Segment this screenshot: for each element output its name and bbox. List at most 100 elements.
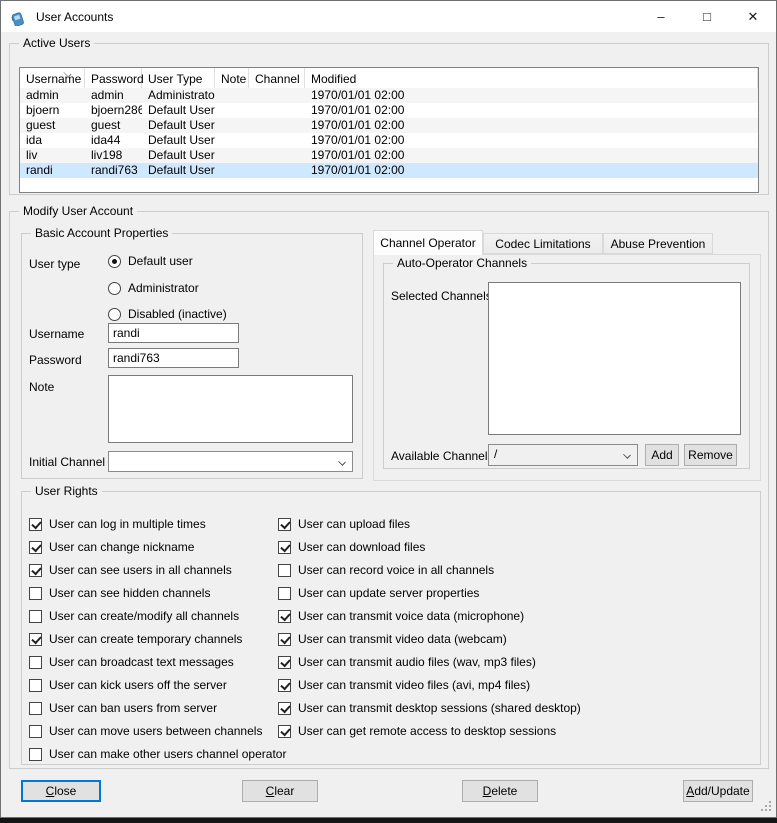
radio-label: Disabled (inactive): [128, 307, 227, 321]
tab-abuse-prevention[interactable]: Abuse Prevention: [603, 233, 713, 254]
checkbox-icon[interactable]: [278, 564, 291, 577]
table-row[interactable]: admin admin Administrator 1970/01/01 02:…: [20, 88, 758, 103]
check-download-files[interactable]: User can download files: [278, 539, 425, 555]
selected-channels-listbox[interactable]: [488, 282, 741, 435]
check-make-operator[interactable]: User can make other users channel operat…: [29, 746, 286, 762]
checkbox-icon[interactable]: [29, 748, 42, 761]
checkbox-icon[interactable]: [278, 702, 291, 715]
cell-note: [215, 88, 249, 103]
clear-button[interactable]: Clear: [242, 780, 318, 802]
cell-usertype: Default User: [142, 118, 215, 133]
add-update-button[interactable]: Add/Update: [683, 780, 753, 802]
close-button[interactable]: Close: [21, 780, 101, 802]
checkbox-icon[interactable]: [278, 518, 291, 531]
add-button[interactable]: Add: [645, 444, 679, 466]
tab-channel-operator[interactable]: Channel Operator: [373, 230, 483, 255]
check-transmit-video-files[interactable]: User can transmit video files (avi, mp4 …: [278, 677, 530, 693]
check-create-modify-channels[interactable]: User can create/modify all channels: [29, 608, 239, 624]
chevron-down-icon: [623, 451, 631, 459]
check-broadcast[interactable]: User can broadcast text messages: [29, 654, 234, 670]
radio-icon[interactable]: [108, 255, 121, 268]
minimize-button[interactable]: –: [638, 1, 684, 32]
column-header-modified[interactable]: Modified: [305, 68, 758, 88]
cell-username: bjoern: [20, 103, 85, 118]
combobox-value: /: [494, 447, 497, 461]
check-update-server[interactable]: User can update server properties: [278, 585, 479, 601]
cell-channel: [249, 163, 305, 178]
tab-label: Codec Limitations: [495, 237, 590, 251]
check-see-hidden[interactable]: User can see hidden channels: [29, 585, 210, 601]
checkbox-icon[interactable]: [29, 564, 42, 577]
checkbox-icon[interactable]: [278, 633, 291, 646]
table-row[interactable]: guest guest Default User 1970/01/01 02:0…: [20, 118, 758, 133]
cell-password: guest: [85, 118, 142, 133]
check-see-users[interactable]: User can see users in all channels: [29, 562, 232, 578]
column-header-note[interactable]: Note: [215, 68, 249, 88]
radio-administrator[interactable]: Administrator: [108, 281, 199, 295]
radio-default-user[interactable]: Default user: [108, 254, 193, 268]
checkbox-icon[interactable]: [29, 610, 42, 623]
checkbox-icon[interactable]: [29, 541, 42, 554]
checkbox-icon[interactable]: [29, 702, 42, 715]
cell-username: randi: [20, 163, 85, 178]
delete-button-label: Delete: [483, 784, 518, 798]
resize-grip[interactable]: [759, 801, 771, 813]
column-header-password[interactable]: Password: [85, 68, 142, 88]
tab-codec-limitations[interactable]: Codec Limitations: [483, 233, 603, 254]
check-upload-files[interactable]: User can upload files: [278, 516, 410, 532]
chevron-down-icon: [338, 458, 346, 466]
check-remote-access[interactable]: User can get remote access to desktop se…: [278, 723, 556, 739]
delete-button[interactable]: Delete: [462, 780, 538, 802]
table-row[interactable]: liv liv198 Default User 1970/01/01 02:00: [20, 148, 758, 163]
checkbox-icon[interactable]: [278, 725, 291, 738]
check-transmit-audio-files[interactable]: User can transmit audio files (wav, mp3 …: [278, 654, 536, 670]
password-input[interactable]: randi763: [108, 348, 239, 368]
username-input[interactable]: randi: [108, 323, 239, 343]
cell-modified: 1970/01/01 02:00: [305, 88, 758, 103]
initial-channel-combobox[interactable]: [108, 451, 353, 472]
check-kick-users[interactable]: User can kick users off the server: [29, 677, 227, 693]
note-input[interactable]: [108, 375, 353, 443]
check-login-multiple[interactable]: User can log in multiple times: [29, 516, 206, 532]
check-transmit-video-data[interactable]: User can transmit video data (webcam): [278, 631, 507, 647]
check-transmit-desktop[interactable]: User can transmit desktop sessions (shar…: [278, 700, 581, 716]
checkbox-label: User can get remote access to desktop se…: [298, 724, 556, 738]
table-row[interactable]: ida ida44 Default User 1970/01/01 02:00: [20, 133, 758, 148]
check-change-nickname[interactable]: User can change nickname: [29, 539, 194, 555]
checkbox-icon[interactable]: [278, 679, 291, 692]
check-move-users[interactable]: User can move users between channels: [29, 723, 262, 739]
checkbox-icon[interactable]: [29, 725, 42, 738]
check-transmit-voice[interactable]: User can transmit voice data (microphone…: [278, 608, 524, 624]
column-header-usertype[interactable]: User Type: [142, 68, 215, 88]
check-record-voice[interactable]: User can record voice in all channels: [278, 562, 494, 578]
maximize-button[interactable]: □: [684, 1, 730, 32]
checkbox-icon[interactable]: [29, 518, 42, 531]
cell-password: bjoern286: [85, 103, 142, 118]
remove-button[interactable]: Remove: [684, 444, 737, 466]
table-row-selected[interactable]: randi randi763 Default User 1970/01/01 0…: [20, 163, 758, 178]
clear-button-label: Clear: [266, 784, 295, 798]
column-header-channel[interactable]: Channel: [249, 68, 305, 88]
checkbox-icon[interactable]: [29, 679, 42, 692]
checkbox-icon[interactable]: [29, 587, 42, 600]
column-header-username[interactable]: Username: [20, 68, 85, 88]
sort-indicator-icon: [64, 70, 72, 78]
radio-icon[interactable]: [108, 282, 121, 295]
checkbox-label: User can log in multiple times: [49, 517, 206, 531]
radio-icon[interactable]: [108, 308, 121, 321]
check-create-temporary[interactable]: User can create temporary channels: [29, 631, 242, 647]
checkbox-label: User can make other users channel operat…: [49, 747, 286, 761]
checkbox-icon[interactable]: [278, 587, 291, 600]
checkbox-icon[interactable]: [278, 656, 291, 669]
cell-modified: 1970/01/01 02:00: [305, 103, 758, 118]
check-ban-users[interactable]: User can ban users from server: [29, 700, 217, 716]
checkbox-icon[interactable]: [29, 633, 42, 646]
checkbox-icon[interactable]: [29, 656, 42, 669]
checkbox-icon[interactable]: [278, 541, 291, 554]
checkbox-icon[interactable]: [278, 610, 291, 623]
close-window-button[interactable]: ✕: [730, 1, 776, 32]
available-channels-combobox[interactable]: /: [488, 444, 638, 466]
radio-disabled[interactable]: Disabled (inactive): [108, 307, 227, 321]
table-row[interactable]: bjoern bjoern286 Default User 1970/01/01…: [20, 103, 758, 118]
auto-operator-channels-legend: Auto-Operator Channels: [393, 256, 531, 271]
